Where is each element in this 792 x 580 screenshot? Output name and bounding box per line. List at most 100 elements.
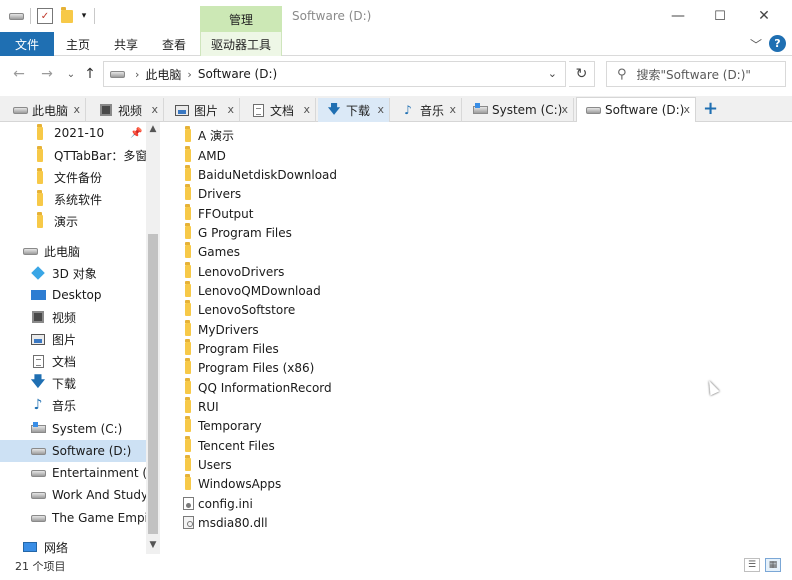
list-item[interactable]: G Program Files [182,223,292,242]
close-tab-icon[interactable]: x [73,103,80,116]
details-view-icon[interactable]: ☰ [744,558,760,572]
tab-share[interactable]: 共享 [106,32,146,56]
list-item[interactable]: WindowsApps [182,474,281,493]
nav-pictures[interactable]: 图片 [0,328,146,350]
close-tab-icon[interactable]: x [449,103,456,116]
list-item[interactable]: AMD [182,146,226,165]
nav-3d-objects[interactable]: 3D 对象 [0,262,146,284]
close-tab-icon[interactable]: x [227,103,234,116]
scroll-up-icon[interactable]: ▲ [146,122,160,136]
chevron-right-icon[interactable]: › [187,68,191,81]
quick-access-item[interactable]: QTTabBar：多窗口 [0,144,146,166]
navigation-pane: 2021-10 📌 QTTabBar：多窗口 文件备份 系统软件 演示 此电脑 … [0,122,160,554]
list-item[interactable]: Users [182,455,232,474]
nav-work-and-study[interactable]: Work And Study (F:) [0,484,146,506]
scrollbar-thumb[interactable] [148,234,158,534]
documents-icon [30,354,46,368]
search-input[interactable]: ⚲ 搜索"Software (D:)" [606,61,786,87]
nav-videos[interactable]: 视频 [0,306,146,328]
list-item[interactable]: LenovoSoftstore [182,300,295,319]
quick-access-item[interactable]: 演示 [0,210,146,232]
list-item[interactable]: FFOutput [182,204,254,223]
nav-system-c[interactable]: System (C:) [0,418,146,440]
close-tab-icon[interactable]: x [303,103,310,116]
nav-downloads[interactable]: 🡇 下载 [0,372,146,394]
qttab-pictures[interactable]: 图片 x [166,98,240,122]
list-item[interactable]: BaiduNetdiskDownload [182,165,337,184]
list-item[interactable]: msdia80.dll [182,513,268,532]
breadcrumb-current[interactable]: Software (D:) [198,67,277,81]
qttab-videos[interactable]: 视频 x [90,98,164,122]
tab-home[interactable]: 主页 [58,32,98,56]
nav-label: Work And Study (F:) [52,488,146,502]
list-item[interactable]: LenovoQMDownload [182,281,321,300]
nav-documents[interactable]: 文档 [0,350,146,372]
nav-this-pc[interactable]: 此电脑 [0,240,146,262]
list-item[interactable]: Tencent Files [182,436,275,455]
video-icon [30,310,46,324]
qttab-software-d[interactable]: Software (D:) x [576,97,696,122]
large-icons-view-icon[interactable]: ▦ [765,558,781,572]
close-tab-icon[interactable]: x [561,103,568,116]
quick-access-item[interactable]: 2021-10 📌 [0,122,146,144]
forward-button[interactable]: → [38,65,56,83]
drive-icon [30,488,46,502]
list-item[interactable]: QQ InformationRecord [182,378,332,397]
new-folder-icon[interactable] [59,6,75,24]
new-tab-button[interactable]: + [703,98,718,119]
list-item[interactable]: Games [182,242,240,261]
tab-file[interactable]: 文件 [0,32,54,56]
nav-scrollbar[interactable]: ▲ ▼ [146,122,160,554]
nav-desktop[interactable]: Desktop [0,284,146,306]
nav-network[interactable]: 网络 [0,536,146,554]
file-name: MyDrivers [198,322,259,337]
close-button[interactable]: ✕ [750,4,778,28]
address-bar[interactable]: › 此电脑 › Software (D:) ⌄ [103,61,566,87]
minimize-button[interactable]: — [664,4,692,28]
qttab-downloads[interactable]: 🡇 下载 x [318,98,390,122]
list-item[interactable]: LenovoDrivers [182,262,284,281]
chevron-down-icon[interactable]: ⌄ [548,67,557,80]
up-button[interactable]: ↑ [81,65,99,83]
close-tab-icon[interactable]: x [683,103,690,116]
nav-music[interactable]: ♪ 音乐 [0,394,146,416]
drive-icon [8,8,24,24]
manage-tab[interactable]: 管理 [200,6,282,32]
close-tab-icon[interactable]: x [151,103,158,116]
nav-game-empire[interactable]: The Game Empire [0,507,146,529]
list-item[interactable]: A 演示 [182,126,234,145]
list-item[interactable]: MyDrivers [182,320,259,339]
list-item[interactable]: Temporary [182,416,262,435]
nav-software-d[interactable]: Software (D:) [0,440,146,462]
list-item[interactable]: config.ini [182,494,253,513]
properties-icon[interactable]: ✓ [37,8,53,24]
file-name: WindowsApps [198,476,282,491]
qttab-music[interactable]: ♪ 音乐 x [392,98,462,122]
nav-entertainment-e[interactable]: Entertainment (E:) [0,462,146,484]
windows-drive-icon [30,422,46,436]
breadcrumb-this-pc[interactable]: 此电脑 [145,66,181,83]
help-icon[interactable]: ? [769,35,786,52]
maximize-button[interactable]: ☐ [706,4,734,28]
nav-label: System (C:) [52,422,123,436]
pin-icon[interactable]: 📌 [130,128,142,139]
recent-locations-button[interactable]: ⌄ [62,65,80,83]
list-item[interactable]: Program Files [182,339,279,358]
qttab-system-c[interactable]: System (C:) x [464,98,574,122]
tab-view[interactable]: 查看 [154,32,194,56]
customize-quick-access-icon[interactable]: ▾ [76,8,92,24]
expand-ribbon-icon[interactable]: ﹀ [750,36,762,53]
quick-access-item[interactable]: 文件备份 [0,166,146,188]
scroll-down-icon[interactable]: ▼ [146,538,160,552]
back-button[interactable]: ← [10,65,28,83]
list-item[interactable]: Drivers [182,184,241,203]
qttab-this-pc[interactable]: 此电脑 x [4,98,86,122]
quick-access-item[interactable]: 系统软件 [0,188,146,210]
tab-drive-tools[interactable]: 驱动器工具 [200,32,282,56]
refresh-button[interactable]: ↻ [569,61,595,87]
list-item[interactable]: Program Files (x86) [182,358,314,377]
qttab-documents[interactable]: 文档 x [242,98,316,122]
close-tab-icon[interactable]: x [377,103,384,116]
chevron-right-icon[interactable]: › [135,68,139,81]
list-item[interactable]: RUI [182,397,219,416]
